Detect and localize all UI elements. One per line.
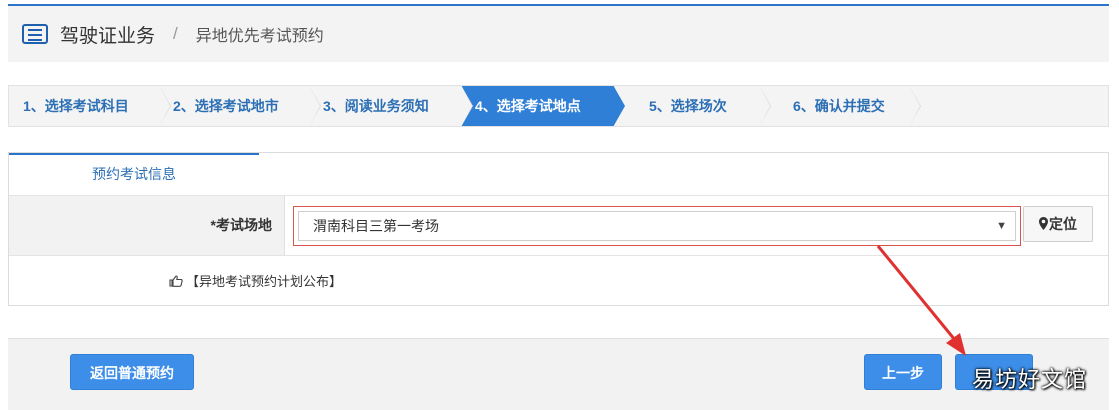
exam-site-selected-value: 渭南科目三第一考场 xyxy=(313,218,439,234)
step-label: 6、确认并提交 xyxy=(793,98,885,114)
chevron-down-icon: ▼ xyxy=(996,220,1007,232)
step-label: 2、选择考试地市 xyxy=(173,98,279,114)
locate-label: 定位 xyxy=(1049,216,1077,232)
step-1: 1、选择考试科目 xyxy=(9,86,171,126)
step-3: 3、阅读业务须知 xyxy=(309,86,473,126)
page-header: 驾驶证业务 / 异地优先考试预约 xyxy=(8,4,1109,62)
step-label: 3、阅读业务须知 xyxy=(323,98,429,114)
exam-info-panel: 预约考试信息 *考试场地 渭南科目三第一考场 ▼ 定位 【异地考试预约计划公布】 xyxy=(8,152,1109,306)
step-label: 1、选择考试科目 xyxy=(23,98,129,114)
exam-site-label: *考试场地 xyxy=(9,196,285,255)
exam-plan-link-text: 【异地考试预约计划公布】 xyxy=(186,274,343,289)
exam-plan-link[interactable]: 【异地考试预约计划公布】 xyxy=(169,271,342,290)
step-label: 4、选择考试地点 xyxy=(475,98,581,114)
page-title: 驾驶证业务 xyxy=(60,25,156,47)
breadcrumb-current: 异地优先考试预约 xyxy=(195,28,324,45)
step-label: 5、选择场次 xyxy=(649,98,727,114)
back-to-normal-booking-button[interactable]: 返回普通预约 xyxy=(70,354,194,390)
hand-pointer-icon xyxy=(169,275,183,287)
action-footer: 返回普通预约 上一步 xyxy=(8,338,1109,410)
breadcrumb-separator: / xyxy=(173,24,178,43)
step-6: 6、确认并提交 xyxy=(759,86,921,126)
list-icon xyxy=(22,24,48,44)
step-progress-bar: 1、选择考试科目 2、选择考试地市 3、阅读业务须知 4、选择考试地点 5、选择… xyxy=(8,85,1109,127)
exam-site-select-highlight: 渭南科目三第一考场 ▼ xyxy=(293,206,1021,246)
exam-site-select[interactable]: 渭南科目三第一考场 ▼ xyxy=(298,211,1016,241)
tab-exam-info[interactable]: 预约考试信息 xyxy=(9,153,259,195)
previous-step-button[interactable]: 上一步 xyxy=(864,354,942,390)
watermark: 易坊好文馆 xyxy=(972,367,1088,392)
step-2: 2、选择考试地市 xyxy=(159,86,321,126)
step-5: 5、选择场次 xyxy=(613,86,771,126)
step-4-active: 4、选择考试地点 xyxy=(461,86,625,126)
map-marker-icon xyxy=(1039,217,1048,230)
locate-button[interactable]: 定位 xyxy=(1023,206,1093,242)
